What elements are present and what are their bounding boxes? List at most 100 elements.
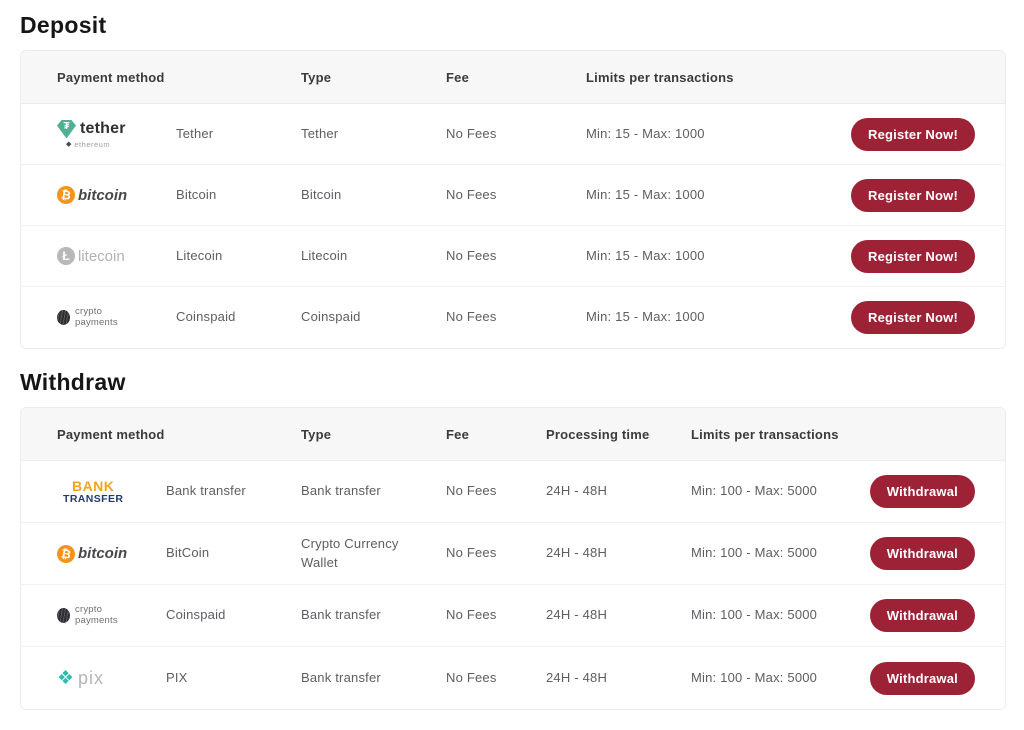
processing-time: 24H - 48H: [546, 544, 691, 563]
table-row: ₿ bitcoin Bitcoin Bitcoin No Fees Min: 1…: [21, 165, 1005, 226]
processing-time: 24H - 48H: [546, 606, 691, 625]
bank-logo-line1: BANK: [72, 479, 114, 493]
col-header-fee: Fee: [446, 427, 546, 442]
withdraw-table: Payment method Type Fee Processing time …: [20, 407, 1006, 710]
payment-fee: No Fees: [446, 125, 586, 144]
pix-logo: ❖ pix: [57, 668, 166, 689]
payment-limits: Min: 100 - Max: 5000: [691, 606, 855, 625]
payment-type: Coinspaid: [301, 308, 446, 327]
withdraw-section-title: Withdraw: [20, 369, 1006, 396]
col-header-payment-method: Payment method: [57, 70, 301, 85]
payment-type: Litecoin: [301, 247, 446, 266]
processing-time: 24H - 48H: [546, 669, 691, 688]
withdrawal-button[interactable]: Withdrawal: [870, 662, 975, 695]
payment-type: Tether: [301, 125, 446, 144]
withdraw-table-header: Payment method Type Fee Processing time …: [21, 408, 1005, 461]
tether-gem-icon: ₮: [57, 120, 76, 139]
table-row: BANK TRANSFER Bank transfer Bank transfe…: [21, 461, 1005, 523]
tether-logo: ₮ tether ◆ ethereum: [57, 120, 176, 149]
col-header-processing-time: Processing time: [546, 427, 691, 442]
payment-type: Bank transfer: [301, 482, 446, 501]
pix-diamond-icon: ❖: [57, 669, 74, 688]
payment-method-name: Litecoin: [176, 247, 301, 266]
col-header-fee: Fee: [446, 70, 586, 85]
tether-logo-sub: ◆ ethereum: [66, 140, 110, 149]
table-row: crypto payments Coinspaid Bank transfer …: [21, 585, 1005, 647]
register-now-button[interactable]: Register Now!: [851, 240, 975, 273]
payment-fee: No Fees: [446, 544, 546, 563]
payment-type: Crypto Currency Wallet: [301, 535, 446, 573]
coinspaid-logo-text: crypto payments: [75, 307, 118, 329]
payment-fee: No Fees: [446, 669, 546, 688]
pix-logo-text: pix: [78, 668, 104, 689]
coinspaid-logo-line1: crypto: [75, 307, 118, 318]
table-row: ₿ bitcoin BitCoin Crypto Currency Wallet…: [21, 523, 1005, 585]
payment-method-name: Bank transfer: [166, 482, 301, 501]
coinspaid-logo-line2: payments: [75, 616, 118, 627]
bitcoin-logo-text: bitcoin: [78, 545, 127, 562]
litecoin-logo-text: litecoin: [78, 248, 125, 265]
crypto-payments-sphere-icon: [57, 608, 70, 623]
deposit-table: Payment method Type Fee Limits per trans…: [20, 50, 1006, 349]
coinspaid-logo-line2: payments: [75, 318, 118, 329]
payment-method-name: Coinspaid: [176, 308, 301, 327]
bitcoin-logo: ₿ bitcoin: [57, 186, 176, 204]
processing-time: 24H - 48H: [546, 482, 691, 501]
bitcoin-coin-icon: ₿: [56, 543, 77, 564]
bitcoin-logo-text: bitcoin: [78, 187, 127, 204]
litecoin-coin-icon: Ł: [57, 247, 75, 265]
payment-method-name: BitCoin: [166, 544, 301, 563]
payment-fee: No Fees: [446, 186, 586, 205]
payment-fee: No Fees: [446, 247, 586, 266]
payment-fee: No Fees: [446, 606, 546, 625]
deposit-section-title: Deposit: [20, 12, 1006, 39]
payments-page: Deposit Payment method Type Fee Limits p…: [0, 0, 1024, 730]
withdrawal-button[interactable]: Withdrawal: [870, 475, 975, 508]
withdrawal-button[interactable]: Withdrawal: [870, 537, 975, 570]
litecoin-logo: Ł litecoin: [57, 247, 176, 265]
payment-fee: No Fees: [446, 482, 546, 501]
payment-method-name: Tether: [176, 125, 301, 144]
table-row: Ł litecoin Litecoin Litecoin No Fees Min…: [21, 226, 1005, 287]
col-header-limits: Limits per transactions: [586, 70, 845, 85]
col-header-payment-method: Payment method: [57, 427, 301, 442]
payment-method-name: Bitcoin: [176, 186, 301, 205]
bitcoin-coin-icon: ₿: [56, 185, 77, 206]
payment-fee: No Fees: [446, 308, 586, 327]
bank-transfer-logo: BANK TRANSFER: [57, 479, 166, 505]
register-now-button[interactable]: Register Now!: [851, 179, 975, 212]
payment-method-name: Coinspaid: [166, 606, 301, 625]
coinspaid-logo-line1: crypto: [75, 605, 118, 616]
payment-method-name: PIX: [166, 669, 301, 688]
payment-limits: Min: 15 - Max: 1000: [586, 308, 845, 327]
payment-limits: Min: 100 - Max: 5000: [691, 669, 855, 688]
payment-limits: Min: 15 - Max: 1000: [586, 247, 845, 266]
payment-limits: Min: 15 - Max: 1000: [586, 125, 845, 144]
coinspaid-logo-text: crypto payments: [75, 605, 118, 627]
withdrawal-button[interactable]: Withdrawal: [870, 599, 975, 632]
payment-limits: Min: 15 - Max: 1000: [586, 186, 845, 205]
ethereum-icon: ◆: [66, 141, 71, 148]
payment-limits: Min: 100 - Max: 5000: [691, 544, 855, 563]
bank-logo-line2: TRANSFER: [63, 494, 123, 505]
coinspaid-logo: crypto payments: [57, 307, 176, 329]
col-header-limits: Limits per transactions: [691, 427, 855, 442]
coinspaid-logo: crypto payments: [57, 605, 166, 627]
register-now-button[interactable]: Register Now!: [851, 301, 975, 334]
col-header-type: Type: [301, 427, 446, 442]
bank-transfer-logo-text: BANK TRANSFER: [63, 479, 123, 505]
tether-logo-text: tether: [80, 120, 126, 138]
payment-type: Bank transfer: [301, 669, 446, 688]
table-row: crypto payments Coinspaid Coinspaid No F…: [21, 287, 1005, 348]
table-row: ₮ tether ◆ ethereum Tether Tether No Fee…: [21, 104, 1005, 165]
table-row: ❖ pix PIX Bank transfer No Fees 24H - 48…: [21, 647, 1005, 709]
register-now-button[interactable]: Register Now!: [851, 118, 975, 151]
crypto-payments-sphere-icon: [57, 310, 70, 325]
payment-limits: Min: 100 - Max: 5000: [691, 482, 855, 501]
ethereum-label: ethereum: [74, 140, 110, 149]
tether-logo-main: ₮ tether: [57, 120, 126, 139]
deposit-table-header: Payment method Type Fee Limits per trans…: [21, 51, 1005, 104]
payment-type: Bitcoin: [301, 186, 446, 205]
payment-type: Bank transfer: [301, 606, 446, 625]
bitcoin-logo: ₿ bitcoin: [57, 545, 166, 563]
